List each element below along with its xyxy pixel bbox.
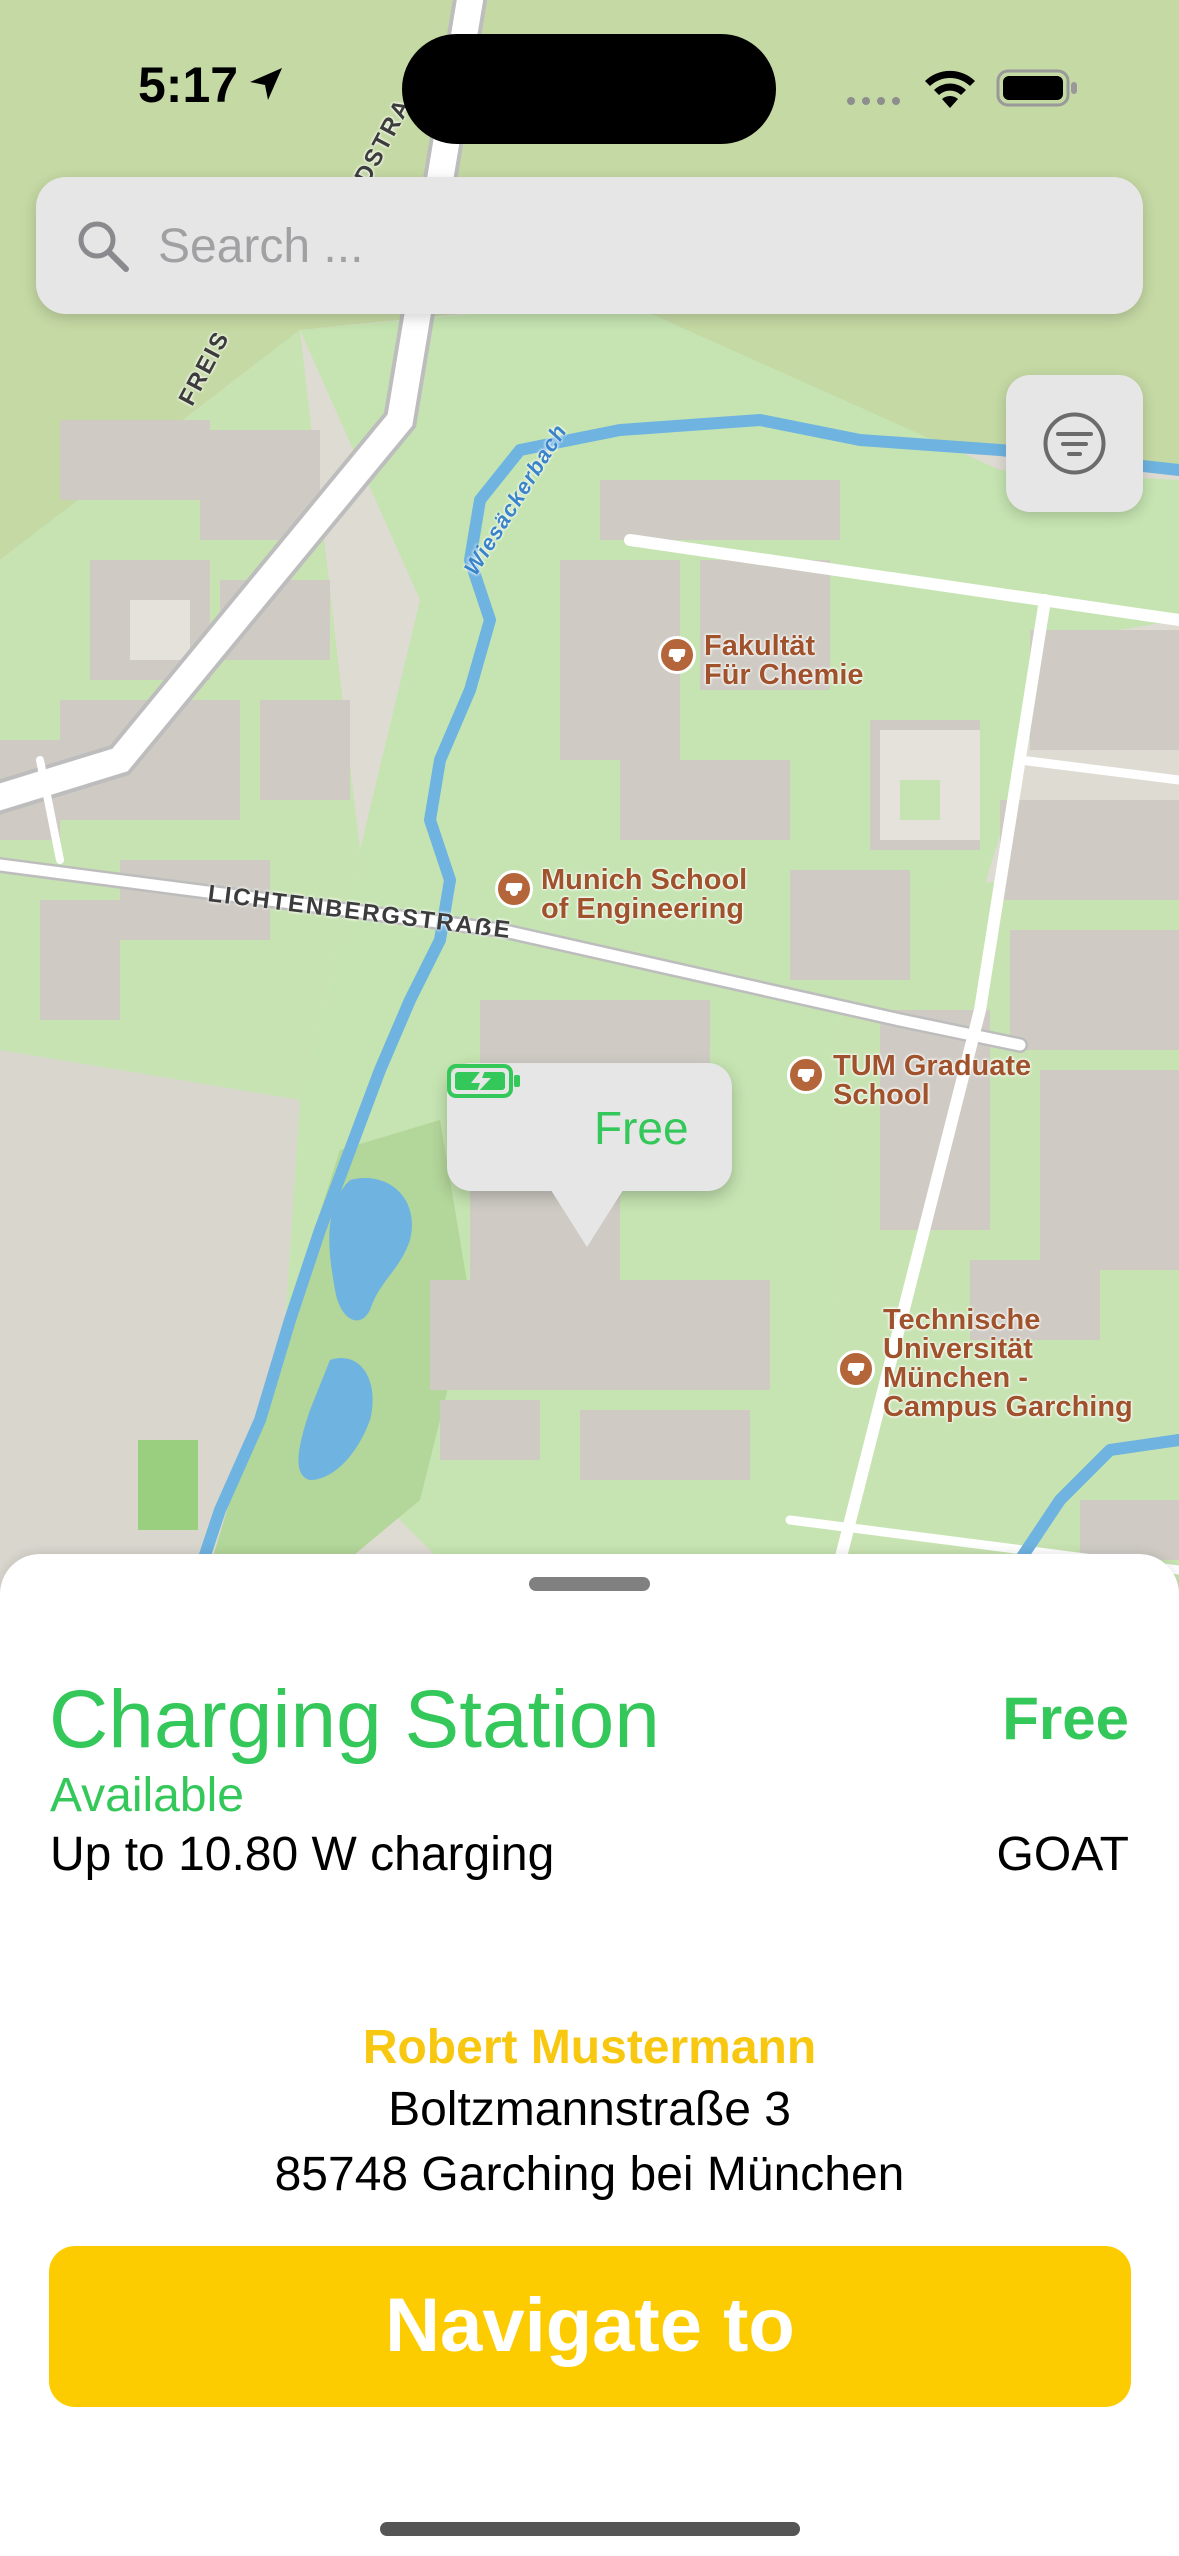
poi-label: Munich School of Engineering bbox=[541, 864, 748, 925]
graduation-cap-icon bbox=[837, 1350, 875, 1388]
poi-tum-graduate-school[interactable]: TUM Graduate School bbox=[787, 1052, 1031, 1110]
poi-label: Technische Universität München - Campus … bbox=[883, 1304, 1133, 1423]
sheet-grabber[interactable] bbox=[529, 1577, 650, 1591]
poi-fakultaet-chemie[interactable]: Fakultät Für Chemie bbox=[658, 632, 864, 690]
search-bar[interactable]: Search ... bbox=[36, 177, 1143, 314]
dynamic-island bbox=[402, 34, 776, 144]
navigate-button-label: Navigate to bbox=[385, 2283, 795, 2368]
poi-tum-campus-garching[interactable]: Technische Universität München - Campus … bbox=[837, 1306, 1133, 1422]
station-detail-sheet[interactable]: Charging Station Free Available Up to 10… bbox=[0, 1554, 1179, 2556]
status-bar: 5:17 bbox=[0, 0, 1179, 170]
owner-name: Robert Mustermann bbox=[362, 2021, 817, 2074]
station-price: Free bbox=[1002, 1685, 1129, 1752]
search-icon bbox=[78, 221, 129, 272]
graduation-cap-icon bbox=[658, 636, 696, 674]
battery-full-icon bbox=[996, 69, 1077, 107]
location-arrow-icon bbox=[250, 68, 282, 100]
station-power: Up to 10.80 W charging bbox=[50, 1828, 555, 1881]
address-city: 85748 Garching bei München bbox=[274, 2148, 905, 2201]
filter-button[interactable] bbox=[1006, 375, 1143, 512]
graduation-cap-icon bbox=[787, 1056, 825, 1094]
poi-munich-school-engineering[interactable]: Munich School of Engineering bbox=[495, 866, 747, 924]
address-street: Boltzmannstraße 3 bbox=[388, 2083, 791, 2136]
battery-charging-icon bbox=[447, 1064, 520, 1098]
graduation-cap-icon bbox=[495, 870, 533, 908]
station-availability: Available bbox=[50, 1769, 244, 1822]
wifi-icon bbox=[925, 70, 975, 108]
navigate-button[interactable]: Navigate to bbox=[49, 2246, 1131, 2407]
station-map-callout[interactable]: Free bbox=[447, 1063, 732, 1247]
poi-label: TUM Graduate School bbox=[833, 1050, 1032, 1111]
station-operator: GOAT bbox=[996, 1828, 1129, 1881]
home-indicator[interactable] bbox=[380, 2522, 800, 2536]
callout-price-label: Free bbox=[594, 1102, 689, 1154]
signal-dots-icon bbox=[847, 97, 900, 105]
station-title: Charging Station bbox=[49, 1674, 660, 1765]
filter-icon bbox=[1043, 412, 1106, 475]
status-time: 5:17 bbox=[138, 57, 239, 113]
search-input[interactable]: Search ... bbox=[158, 219, 363, 274]
poi-label: Fakultät Für Chemie bbox=[704, 630, 864, 691]
